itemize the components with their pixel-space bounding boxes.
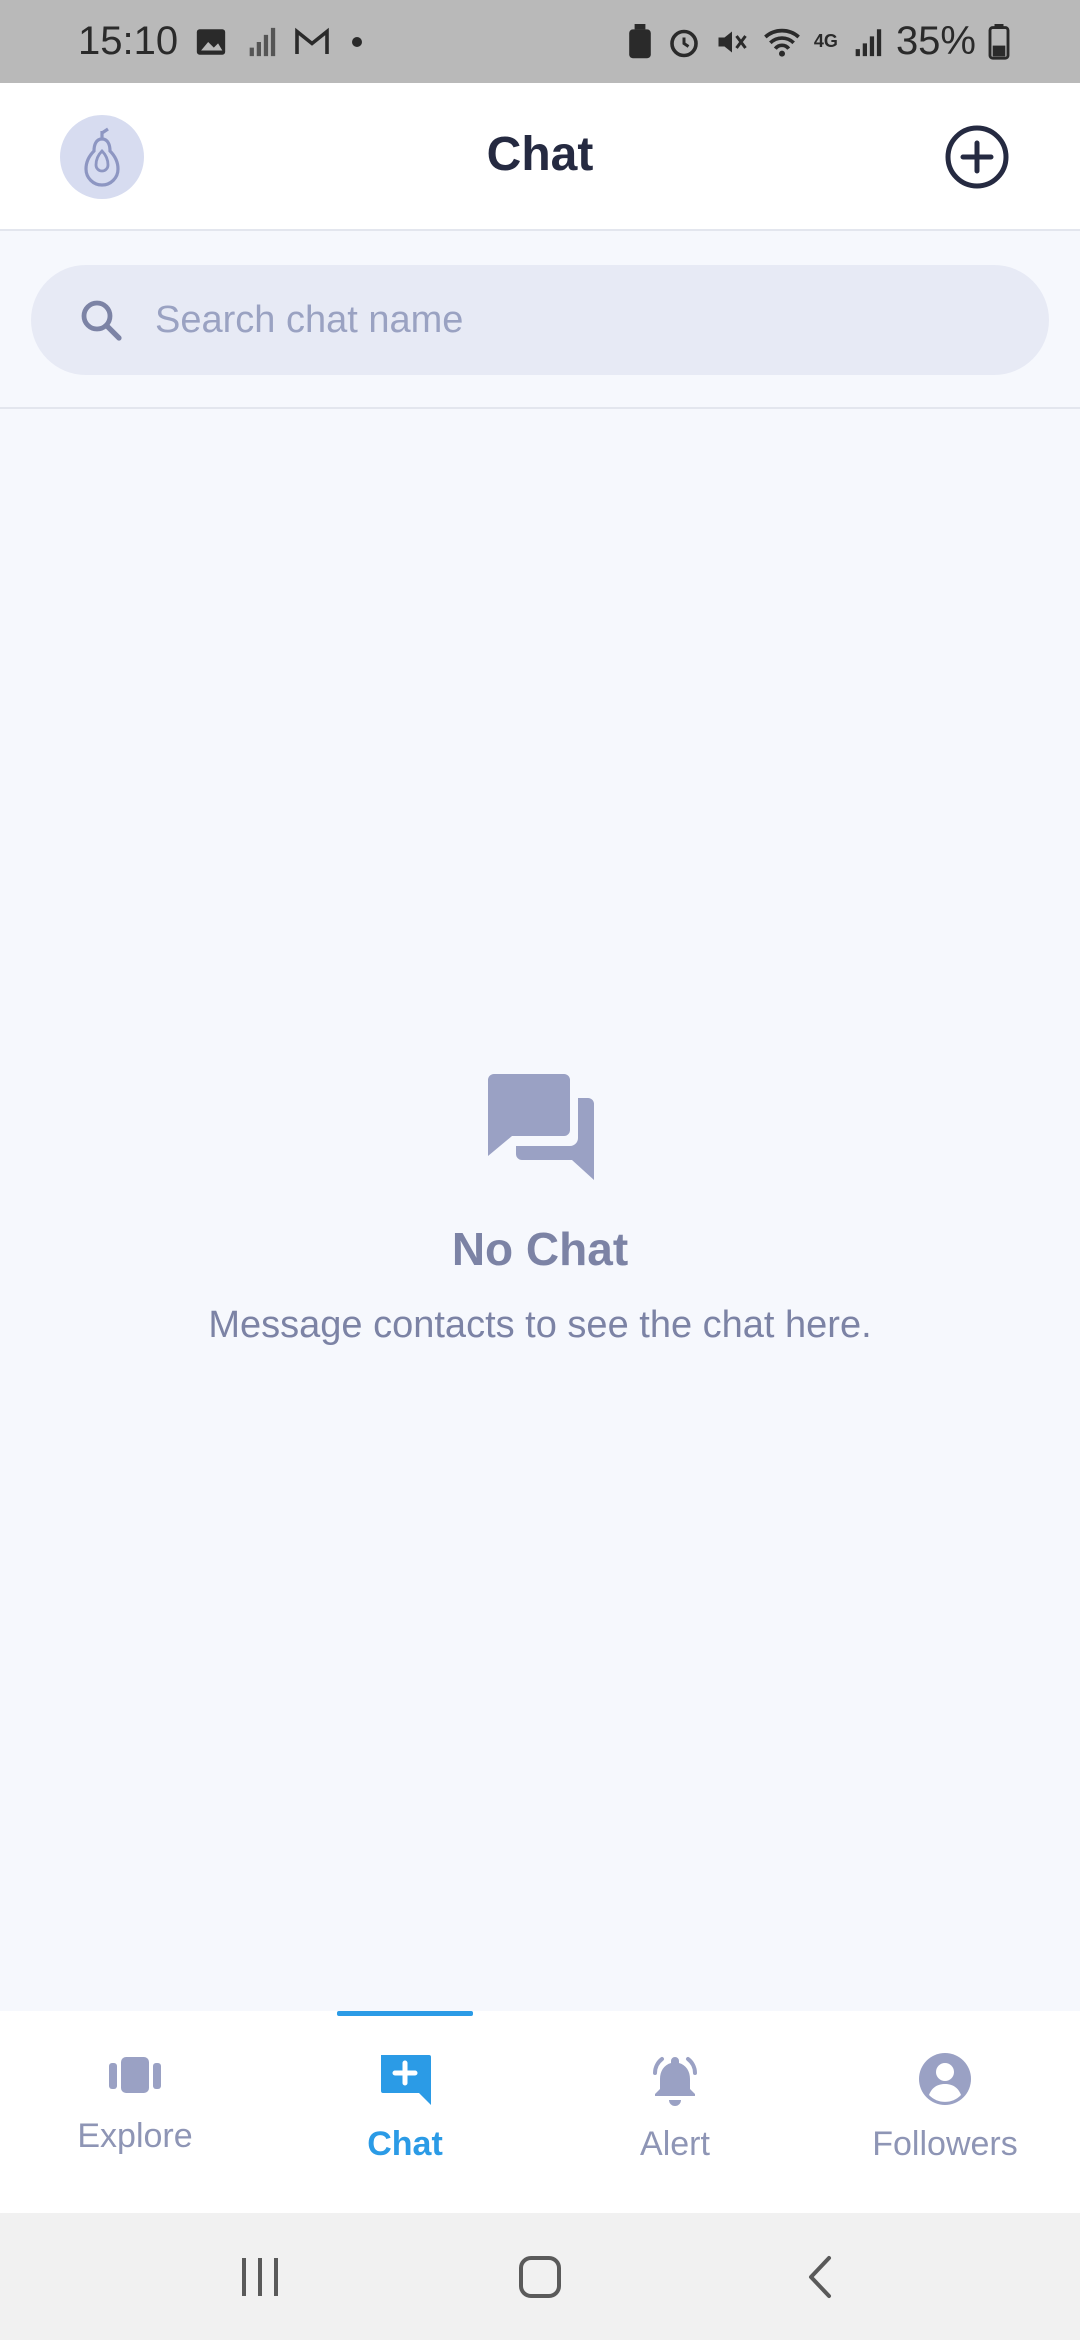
user-circle-icon	[919, 2053, 971, 2105]
status-bar: 15:10 4G 35%	[0, 0, 1080, 83]
battery-percent: 35%	[895, 19, 976, 63]
nav-item-followers[interactable]: Followers	[810, 2011, 1080, 2213]
nav-item-explore[interactable]: Explore	[0, 2011, 270, 2213]
nav-label-chat: Chat	[367, 2125, 443, 2163]
wifi-icon	[762, 25, 802, 59]
new-chat-button[interactable]	[944, 124, 1010, 190]
search-area	[0, 231, 1080, 409]
nav-label-followers: Followers	[872, 2125, 1018, 2163]
mute-icon	[714, 24, 750, 60]
recent-apps-button[interactable]	[215, 2242, 305, 2312]
plus-circle-icon	[945, 125, 1009, 189]
empty-state-title: No Chat	[451, 1223, 629, 1275]
signal-unknown-icon	[244, 25, 278, 59]
search-input[interactable]	[155, 285, 1015, 355]
nav-label-explore: Explore	[77, 2117, 193, 2155]
status-time: 15:10	[78, 19, 179, 63]
cell-signal-icon	[850, 25, 884, 59]
empty-state: No Chat Message contacts to see the chat…	[0, 1070, 1080, 1347]
chat-bubbles-icon	[488, 1074, 594, 1180]
app-header: Chat	[0, 83, 1080, 231]
chat-add-icon	[381, 2055, 431, 2105]
bell-icon	[653, 2057, 697, 2106]
status-left: 15:10	[78, 19, 363, 64]
battery-saver-icon	[626, 23, 654, 60]
search-box[interactable]	[31, 265, 1049, 375]
network-type: 4G	[813, 31, 838, 51]
nav-item-alert[interactable]: Alert	[540, 2011, 810, 2213]
chat-screen: 15:10 4G 35% Chat Search chat name No Ch…	[0, 0, 1080, 2340]
page-title: Chat	[486, 128, 594, 181]
status-right: 4G 35%	[626, 19, 1010, 64]
home-button[interactable]	[495, 2242, 585, 2312]
back-icon	[809, 2255, 831, 2298]
gmail-icon	[294, 27, 330, 57]
explore-icon	[109, 2057, 161, 2093]
search-icon	[81, 300, 122, 341]
notification-dot-icon	[352, 36, 363, 47]
active-tab-indicator	[337, 2011, 473, 2016]
home-icon	[519, 2255, 561, 2298]
nav-label-alert: Alert	[640, 2125, 710, 2163]
bottom-nav: Explore Chat Alert Followers	[0, 2011, 1080, 2213]
system-nav	[0, 2213, 1080, 2340]
back-button[interactable]	[775, 2242, 865, 2312]
gallery-icon	[194, 25, 228, 59]
nav-item-chat[interactable]: Chat	[270, 2011, 540, 2213]
battery-icon	[988, 23, 1010, 60]
alarm-icon	[666, 24, 702, 60]
recent-apps-icon	[242, 2257, 278, 2296]
empty-state-subtitle: Message contacts to see the chat here.	[208, 1304, 872, 1346]
